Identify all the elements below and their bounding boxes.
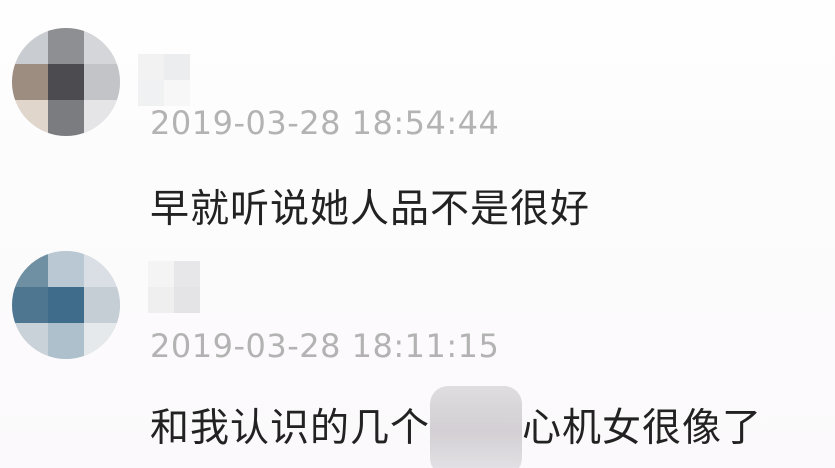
avatar-mosaic [12, 251, 120, 359]
avatar-mosaic [12, 28, 120, 136]
text-redaction-mosaic [430, 385, 523, 468]
avatar[interactable] [12, 251, 120, 359]
comment-item: 2019-03-28 18:11:15 和我认识的几个 心机女很像了 [0, 235, 835, 468]
comment-item: 2019-03-28 18:54:44 早就听说她人品不是很好 [0, 0, 835, 235]
avatar[interactable] [12, 28, 120, 136]
comment-list: 2019-03-28 18:54:44 早就听说她人品不是很好 2019-03-… [0, 0, 835, 468]
comment-text: 和我认识的几个 心机女很像了 [150, 385, 763, 468]
comment-text: 早就听说她人品不是很好 [150, 187, 591, 232]
username-redacted[interactable] [138, 54, 190, 106]
comment-text-before: 和我认识的几个 [150, 406, 431, 451]
comment-timestamp: 2019-03-28 18:54:44 [150, 104, 500, 142]
comment-timestamp: 2019-03-28 18:11:15 [150, 327, 500, 365]
comment-text-after: 心机女很像了 [522, 406, 763, 451]
username-redacted[interactable] [148, 261, 200, 313]
